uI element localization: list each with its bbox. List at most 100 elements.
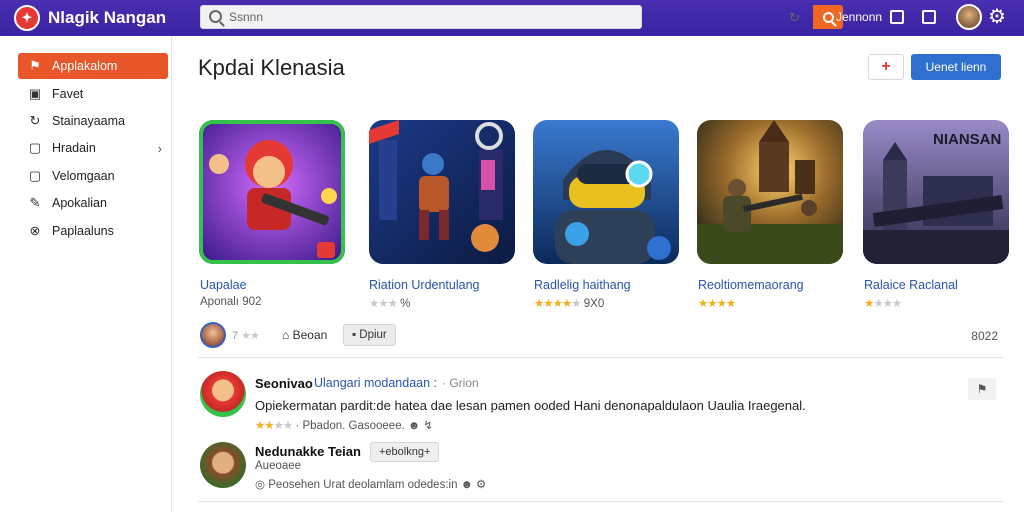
wrench-icon: ✎ <box>29 195 41 210</box>
app-name[interactable]: Radlelig haithang <box>534 278 631 292</box>
sidebar-item-applakalom[interactable]: ⚑ Applakalom <box>18 53 168 79</box>
refresh-icon: ↻ <box>29 113 41 128</box>
search-icon <box>209 10 222 23</box>
reviewer-badge[interactable]: +ebolkng+ <box>370 442 440 462</box>
app-rating: ★★★★ <box>864 296 902 310</box>
share-icon: ⚙ <box>476 479 487 491</box>
sidebar-item-stainayaama[interactable]: ↻ Stainayaama <box>18 108 168 134</box>
sidebar-item-label: Favet <box>52 87 84 101</box>
app-rating: ★★★★★ 9X0 <box>534 296 604 310</box>
info-icon: ◎ <box>255 479 266 491</box>
app-artwork-image <box>199 120 345 264</box>
reviewer-name[interactable]: Seonivao <box>255 376 313 391</box>
app-artwork-image <box>369 120 515 264</box>
tile-5-title: NIANSAN <box>933 131 1001 148</box>
home-icon: ⌂ <box>282 328 290 342</box>
app-name[interactable]: Uapalae <box>200 278 247 292</box>
sidebar-item-label: Apokalian <box>52 196 107 210</box>
meta-row: 7 ★★ ⌂ Beoan ▪ Dpiur 8022 <box>198 320 1004 350</box>
window-icon[interactable] <box>890 10 904 24</box>
sidebar-item-paplaaluns[interactable]: ⊗ Paplaaluns <box>18 218 168 244</box>
divider <box>198 501 1004 502</box>
review-avatar[interactable] <box>200 442 246 488</box>
search-box: ↻ <box>200 5 843 29</box>
grid-icon[interactable] <box>922 10 936 24</box>
review-avatar[interactable] <box>200 371 246 417</box>
star-rating: ★★ <box>241 330 260 342</box>
square-icon: ▢ <box>28 168 42 183</box>
emoji-icon: ☻ <box>460 479 473 491</box>
app-artwork-image: NIANSAN <box>863 120 1009 264</box>
app-name[interactable]: Ralaice Raclanal <box>864 278 958 292</box>
gear-icon[interactable]: ⚙ <box>988 6 1006 28</box>
review-footer-text: Pbadon. Gasooeee. <box>302 420 405 432</box>
review-footer: ◎ Peosehen Urat deolamlam odedes:in ☻ ⚙ <box>255 477 486 491</box>
star-rating: ★★★★ <box>255 420 293 432</box>
tag-icon: ⊗ <box>29 223 41 238</box>
chip-label: Dpiur <box>359 329 387 341</box>
star-rating: ★★★ <box>369 298 398 310</box>
review-text: Opiekermatan pardit:de hatea dae lesan p… <box>255 398 806 413</box>
search-button-icon <box>822 11 834 23</box>
sidebar-item-label: Applakalom <box>52 59 118 73</box>
app-tile-4[interactable] <box>697 120 843 264</box>
app-name[interactable]: Reoltiomemaorang <box>698 278 804 292</box>
search-input[interactable] <box>229 8 569 26</box>
app-subtitle: Aponalı 902 <box>200 296 262 308</box>
flag-icon: ⚑ <box>29 58 41 73</box>
review-meta: · Grion <box>442 376 479 390</box>
review-footer-text: Peosehen Urat deolamlam odedes:in <box>268 479 458 491</box>
chip-icon: ▪ <box>352 329 357 341</box>
tag-icon: ↯ <box>423 420 433 432</box>
sidebar-item-label: Paplaaluns <box>52 224 114 238</box>
item-count: 8022 <box>971 329 998 343</box>
primary-action-button[interactable]: Uenet lienn <box>911 54 1001 80</box>
review-footer: ★★★★ · Pbadon. Gasooeee. ☻ ↯ <box>255 420 433 432</box>
review-meta-text: Grion <box>449 376 479 390</box>
add-button[interactable]: + <box>868 54 904 80</box>
chevron-right-icon: › <box>157 140 162 156</box>
home-link[interactable]: ⌂ Beoan <box>282 328 327 342</box>
sidebar-item-velomgaan[interactable]: ▢ Velomgaan <box>18 163 168 189</box>
user-avatar[interactable] <box>956 4 982 30</box>
app-tile-2[interactable] <box>369 120 515 264</box>
sidebar: ⚑ Applakalom ▣ Favet ↻ Stainayaama ▢ Hra… <box>0 36 172 512</box>
star-rating: ★★★★ <box>864 298 902 310</box>
filter-chip[interactable]: ▪ Dpiur <box>343 324 396 346</box>
divider <box>198 357 1004 358</box>
meta-rating: 7 ★★ <box>232 329 260 342</box>
sidebar-item-label: Stainayaama <box>52 114 125 128</box>
app-artwork-image <box>533 120 679 264</box>
reviewer-link[interactable]: Ulangari modandaan : <box>314 376 437 390</box>
sidebar-item-apokalian[interactable]: ✎ Apokalian <box>18 190 168 216</box>
app-subtitle: 9X0 <box>583 298 605 310</box>
app-tile-3[interactable] <box>533 120 679 264</box>
sidebar-item-label: Hradain <box>52 141 96 155</box>
emoji-icon: ☻ <box>408 420 421 432</box>
avatar[interactable] <box>200 322 226 348</box>
meta-rating-value: 7 <box>232 330 239 342</box>
app-subtitle: % <box>400 298 411 310</box>
review-subtitle: Aueoaee <box>255 460 302 472</box>
report-flag-button[interactable]: ⚑ <box>968 378 996 400</box>
reviewer-name[interactable]: Nedunakke Teian <box>255 444 361 459</box>
app-tile-5[interactable]: NIANSAN <box>863 120 1009 264</box>
app-name[interactable]: Riation Urdentulang <box>369 278 480 292</box>
flag-icon: ⚑ <box>976 382 988 396</box>
star-rating: ★★★★★ <box>534 298 582 310</box>
square-icon: ▣ <box>28 86 42 101</box>
app-rating: ★★★ % <box>369 296 410 310</box>
user-name[interactable]: Jennonn <box>836 10 882 24</box>
square-icon: ▢ <box>28 140 42 155</box>
top-bar: ✦ Nlagik Nangan ↻ Jennonn ⚙ <box>0 0 1024 36</box>
brand-name[interactable]: Nlagik Nangan <box>48 8 166 28</box>
sidebar-item-hradain[interactable]: ▢ Hradain › <box>18 135 168 161</box>
page-title: Kpdai Klenasia <box>198 55 345 80</box>
sidebar-item-favet[interactable]: ▣ Favet <box>18 81 168 107</box>
app-tile-1[interactable] <box>199 120 345 264</box>
refresh-icon[interactable]: ↻ <box>789 10 800 26</box>
app-rating: ★★★★ <box>698 296 736 310</box>
home-label: Beoan <box>292 328 328 342</box>
sidebar-item-label: Velomgaan <box>52 169 115 183</box>
app-logo-icon[interactable]: ✦ <box>14 5 40 31</box>
